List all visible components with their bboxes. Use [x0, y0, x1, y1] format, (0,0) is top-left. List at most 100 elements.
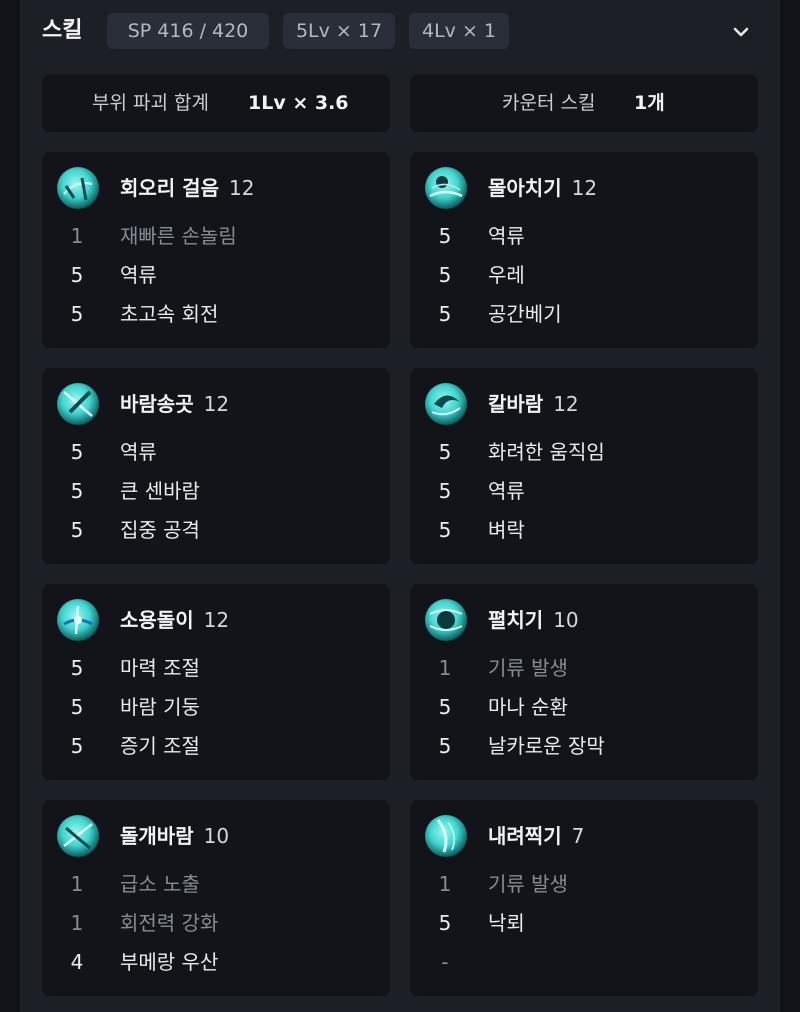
sp-chip: SP 416 / 420 — [107, 13, 269, 49]
tripod-row: - — [410, 944, 758, 980]
tripod-row: 5 집중 공격 — [42, 512, 390, 548]
skill-card[interactable]: 칼바람 12 5 화려한 움직임 5 역류 5 벼락 — [410, 368, 758, 564]
tripod-level: 4 — [70, 950, 84, 974]
collapse-chevron-icon[interactable] — [726, 20, 756, 44]
tripod-name: 마나 순환 — [488, 695, 568, 719]
skill-name-text: 바람송곳 — [120, 392, 194, 416]
tripod-row: 4 부메랑 우산 — [42, 944, 390, 980]
skill-level: 7 — [571, 824, 585, 848]
counter-skill-label: 카운터 스킬 — [502, 92, 596, 114]
tripod-name: 날카로운 장막 — [488, 734, 605, 758]
skill-level: 10 — [553, 608, 579, 632]
tripod-row: 5 역류 — [410, 218, 758, 254]
skill-card[interactable]: 바람송곳 12 5 역류 5 큰 센바람 5 집중 공격 — [42, 368, 390, 564]
tripod-level: 1 — [70, 911, 84, 935]
skill-name: 회오리 걸음 12 — [120, 172, 254, 204]
tripod-name: 역류 — [120, 263, 157, 287]
tripod-level: 5 — [70, 695, 84, 719]
tripod-level: 5 — [438, 695, 452, 719]
tripod-level: - — [441, 950, 449, 974]
tripod-row: 1 급소 노출 — [42, 866, 390, 902]
tripod-row: 5 화려한 움직임 — [410, 434, 758, 470]
skill-card[interactable]: 돌개바람 10 1 급소 노출 1 회전력 강화 4 부메랑 우산 — [42, 800, 390, 996]
skill-name-text: 내려찍기 — [488, 824, 562, 848]
skill-level: 10 — [203, 824, 230, 848]
tripod-level: 5 — [70, 656, 84, 680]
skill-name-text: 소용돌이 — [120, 608, 194, 632]
tripod-name: 우레 — [488, 263, 525, 287]
skill-name-text: 돌개바람 — [120, 824, 194, 848]
blade-wind-icon — [424, 382, 468, 426]
skill-name: 바람송곳 12 — [120, 388, 229, 420]
tripod-level: 5 — [70, 518, 84, 542]
tripod-name: 벼락 — [488, 518, 525, 542]
tripod-level: 5 — [70, 263, 84, 287]
tripod-level: 5 — [70, 302, 84, 326]
tripod-row: 5 공간베기 — [410, 296, 758, 332]
skill-name: 돌개바람 10 — [120, 820, 229, 852]
skill-name: 몰아치기 12 — [488, 172, 597, 204]
tripod-name: 낙뢰 — [488, 911, 525, 935]
part-break-label: 부위 파괴 합계 — [92, 92, 209, 114]
onslaught-icon — [424, 166, 468, 210]
skill-name: 펼치기 10 — [488, 604, 579, 636]
skill-name-text: 몰아치기 — [488, 176, 562, 200]
tripod-name: 재빠른 손놀림 — [120, 224, 237, 248]
tripod-row: 5 마력 조절 — [42, 650, 390, 686]
tripod-row: 1 재빠른 손놀림 — [42, 218, 390, 254]
skill-level: 12 — [553, 392, 579, 416]
skill-name: 칼바람 12 — [488, 388, 579, 420]
tripod-level: 5 — [70, 479, 84, 503]
tripod-row: 5 바람 기둥 — [42, 689, 390, 725]
skill-card[interactable]: 몰아치기 12 5 역류 5 우레 5 공간베기 — [410, 152, 758, 348]
part-break-value: 1Lv × 3.6 — [248, 92, 349, 114]
skill-name: 소용돌이 12 — [120, 604, 229, 636]
section-title: 스킬 — [42, 18, 83, 43]
tripod-level: 1 — [438, 872, 452, 896]
counter-skill-summary: 카운터 스킬 1개 — [410, 74, 758, 132]
skill-name-text: 회오리 걸음 — [120, 176, 219, 200]
skill-card[interactable]: 펼치기 10 1 기류 발생 5 마나 순환 5 날카로운 장막 — [410, 584, 758, 780]
tripod-level: 5 — [438, 224, 452, 248]
tripod-row: 5 벼락 — [410, 512, 758, 548]
skill-name: 내려찍기 7 — [488, 820, 584, 852]
tripod-name: 마력 조절 — [120, 656, 200, 680]
tripod-row: 5 날카로운 장막 — [410, 728, 758, 764]
tripod-name: 바람 기둥 — [120, 695, 200, 719]
skill-level: 12 — [203, 392, 230, 416]
tripod-level: 5 — [438, 440, 452, 464]
skill-name-text: 칼바람 — [488, 392, 544, 416]
tripod-level: 5 — [438, 518, 452, 542]
tripod-name: 기류 발생 — [488, 656, 568, 680]
skill-level: 12 — [571, 176, 598, 200]
tripod-row: 5 역류 — [410, 473, 758, 509]
skill-card[interactable]: 소용돌이 12 5 마력 조절 5 바람 기둥 5 증기 조절 — [42, 584, 390, 780]
tripod-name: 역류 — [120, 440, 157, 464]
tripod-name: 기류 발생 — [488, 872, 568, 896]
tripod-row: 1 기류 발생 — [410, 866, 758, 902]
tripod-name: 급소 노출 — [120, 872, 200, 896]
unfold-icon — [424, 598, 468, 642]
tripod-row: 5 초고속 회전 — [42, 296, 390, 332]
part-break-summary: 부위 파괴 합계 1Lv × 3.6 — [42, 74, 390, 132]
skill-level: 12 — [203, 608, 230, 632]
skill-card[interactable]: 내려찍기 7 1 기류 발생 5 낙뢰 - — [410, 800, 758, 996]
tripod-row: 5 역류 — [42, 257, 390, 293]
counter-skill-value: 1개 — [634, 92, 665, 114]
tripod-level: 5 — [438, 734, 452, 758]
tripod-level: 1 — [438, 656, 452, 680]
tripod-row: 5 낙뢰 — [410, 905, 758, 941]
tripod-name: 집중 공격 — [120, 518, 200, 542]
tripod-name: 증기 조절 — [120, 734, 200, 758]
tripod-row: 1 회전력 강화 — [42, 905, 390, 941]
vortex-icon — [56, 598, 100, 642]
wind-drill-icon — [56, 382, 100, 426]
skill-card[interactable]: 회오리 걸음 12 1 재빠른 손놀림 5 역류 5 초고속 회전 — [42, 152, 390, 348]
skill-header: 스킬 SP 416 / 420 5Lv × 17 4Lv × 1 — [20, 0, 780, 64]
tripod-level: 5 — [438, 911, 452, 935]
tripod-name: 초고속 회전 — [120, 302, 219, 326]
tripod-level: 5 — [438, 263, 452, 287]
tripod-name: 역류 — [488, 224, 525, 248]
tripod-name: 역류 — [488, 479, 525, 503]
gust-icon — [56, 814, 100, 858]
